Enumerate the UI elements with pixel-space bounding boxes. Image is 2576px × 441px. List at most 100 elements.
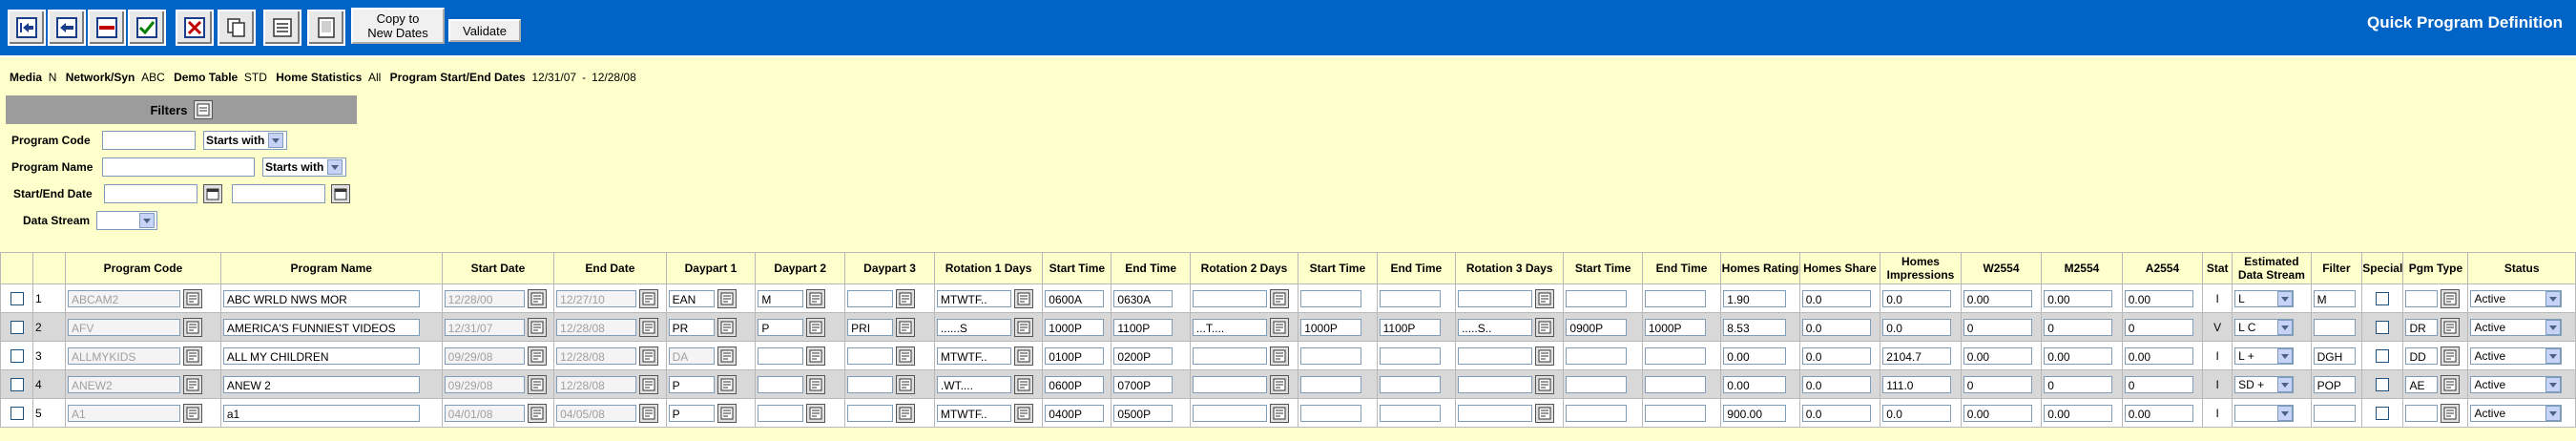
lookup-button[interactable] bbox=[183, 374, 202, 394]
row-select-checkbox[interactable] bbox=[10, 377, 24, 391]
filter-start-date-input[interactable] bbox=[104, 184, 197, 203]
e1-input[interactable]: 1100P bbox=[1113, 318, 1174, 336]
filter-input[interactable]: POP bbox=[2313, 375, 2356, 393]
lookup-button[interactable] bbox=[183, 317, 202, 337]
s1-input[interactable]: 0400P bbox=[1045, 404, 1105, 422]
start-input[interactable]: 09/29/08 bbox=[444, 375, 525, 393]
lookup-button[interactable] bbox=[527, 288, 547, 308]
code-input[interactable]: ABCAM2 bbox=[68, 289, 180, 307]
lookup-button[interactable] bbox=[639, 346, 659, 366]
row-select-checkbox[interactable] bbox=[10, 320, 24, 334]
eds-select[interactable]: L bbox=[2234, 289, 2295, 307]
special-checkbox[interactable] bbox=[2376, 406, 2390, 420]
e1-input[interactable]: 0200P bbox=[1113, 346, 1174, 365]
e1-input[interactable]: 0500P bbox=[1113, 404, 1174, 422]
lookup-button[interactable] bbox=[527, 374, 547, 394]
lookup-button[interactable] bbox=[717, 346, 737, 366]
program-code-operator[interactable]: Starts with bbox=[203, 131, 287, 150]
e2-input[interactable]: 1100P bbox=[1379, 318, 1441, 336]
dp2-input[interactable] bbox=[758, 404, 804, 422]
document-button[interactable] bbox=[307, 10, 345, 46]
filter-input[interactable]: DGH bbox=[2313, 346, 2356, 365]
lookup-button[interactable] bbox=[639, 317, 659, 337]
code-input[interactable]: AFV bbox=[68, 318, 180, 336]
e1-input[interactable]: 0630A bbox=[1113, 289, 1174, 307]
dp2-input[interactable] bbox=[758, 375, 804, 393]
a-input[interactable]: 0.00 bbox=[2124, 346, 2193, 365]
e3-input[interactable]: 1000P bbox=[1644, 318, 1706, 336]
dp3-input[interactable] bbox=[847, 404, 894, 422]
e2-input[interactable] bbox=[1379, 346, 1441, 365]
lookup-button[interactable] bbox=[806, 317, 826, 337]
lookup-button[interactable] bbox=[2441, 288, 2461, 308]
lookup-button[interactable] bbox=[1013, 374, 1033, 394]
m-input[interactable]: 0.00 bbox=[2044, 346, 2113, 365]
s2-input[interactable] bbox=[1300, 346, 1362, 365]
dp1-input[interactable]: EAN bbox=[668, 289, 715, 307]
program-name-operator[interactable]: Starts with bbox=[262, 158, 346, 177]
pgm-input[interactable] bbox=[2405, 289, 2439, 307]
filter-end-date-input[interactable] bbox=[232, 184, 325, 203]
s2-input[interactable]: 1000P bbox=[1300, 318, 1362, 336]
filters-toggle-button[interactable] bbox=[193, 100, 213, 119]
r1-input[interactable]: MTWTF.. bbox=[936, 289, 1011, 307]
lookup-button[interactable] bbox=[1013, 346, 1033, 366]
lookup-button[interactable] bbox=[639, 403, 659, 423]
s2-input[interactable] bbox=[1300, 289, 1362, 307]
lookup-button[interactable] bbox=[2441, 317, 2461, 337]
row-select-checkbox[interactable] bbox=[10, 406, 24, 420]
lookup-button[interactable] bbox=[1013, 317, 1033, 337]
eds-select[interactable]: L C bbox=[2234, 318, 2295, 336]
status-select[interactable]: Active bbox=[2470, 346, 2563, 365]
e3-input[interactable] bbox=[1644, 346, 1706, 365]
end-input[interactable]: 12/28/08 bbox=[556, 375, 637, 393]
pgm-input[interactable]: AE bbox=[2405, 375, 2439, 393]
name-input[interactable]: a1 bbox=[222, 404, 420, 422]
s2-input[interactable] bbox=[1300, 375, 1362, 393]
data-stream-select[interactable] bbox=[96, 211, 157, 230]
w-input[interactable]: 0 bbox=[1963, 318, 2032, 336]
r2-input[interactable] bbox=[1192, 289, 1267, 307]
m-input[interactable]: 0 bbox=[2044, 318, 2113, 336]
lookup-button[interactable] bbox=[1013, 288, 1033, 308]
a-input[interactable]: 0 bbox=[2124, 318, 2193, 336]
lookup-button[interactable] bbox=[1535, 374, 1555, 394]
s1-input[interactable]: 0100P bbox=[1045, 346, 1105, 365]
delete-row-button[interactable] bbox=[88, 10, 126, 46]
rating-input[interactable]: 1.90 bbox=[1723, 289, 1787, 307]
special-checkbox[interactable] bbox=[2376, 320, 2390, 334]
name-input[interactable]: ALL MY CHILDREN bbox=[222, 346, 420, 365]
program-code-input[interactable] bbox=[102, 131, 196, 150]
lookup-button[interactable] bbox=[1535, 288, 1555, 308]
w-input[interactable]: 0.00 bbox=[1963, 289, 2032, 307]
e1-input[interactable]: 0700P bbox=[1113, 375, 1174, 393]
edit-list-button[interactable] bbox=[263, 10, 301, 46]
filter-end-calendar-button[interactable] bbox=[331, 184, 350, 203]
r1-input[interactable]: ......S bbox=[936, 318, 1011, 336]
special-checkbox[interactable] bbox=[2376, 348, 2390, 363]
lookup-button[interactable] bbox=[896, 403, 916, 423]
accept-button[interactable] bbox=[128, 10, 166, 46]
lookup-button[interactable] bbox=[717, 403, 737, 423]
dp1-input[interactable]: P bbox=[668, 375, 715, 393]
lookup-button[interactable] bbox=[2441, 403, 2461, 423]
filter-input[interactable] bbox=[2313, 318, 2356, 336]
r3-input[interactable] bbox=[1458, 404, 1533, 422]
lookup-button[interactable] bbox=[183, 346, 202, 366]
m-input[interactable]: 0.00 bbox=[2044, 289, 2113, 307]
start-input[interactable]: 09/29/08 bbox=[444, 346, 525, 365]
e2-input[interactable] bbox=[1379, 404, 1441, 422]
imp-input[interactable]: 0.0 bbox=[1882, 289, 1952, 307]
w-input[interactable]: 0.00 bbox=[1963, 346, 2032, 365]
filter-input[interactable]: M bbox=[2313, 289, 2356, 307]
e3-input[interactable] bbox=[1644, 375, 1706, 393]
lookup-button[interactable] bbox=[1269, 288, 1289, 308]
eds-select[interactable]: SD + bbox=[2234, 375, 2295, 393]
lookup-button[interactable] bbox=[717, 288, 737, 308]
start-input[interactable]: 04/01/08 bbox=[444, 404, 525, 422]
start-input[interactable]: 12/28/00 bbox=[444, 289, 525, 307]
lookup-button[interactable] bbox=[806, 288, 826, 308]
lookup-button[interactable] bbox=[896, 317, 916, 337]
s2-input[interactable] bbox=[1300, 404, 1362, 422]
lookup-button[interactable] bbox=[183, 288, 202, 308]
